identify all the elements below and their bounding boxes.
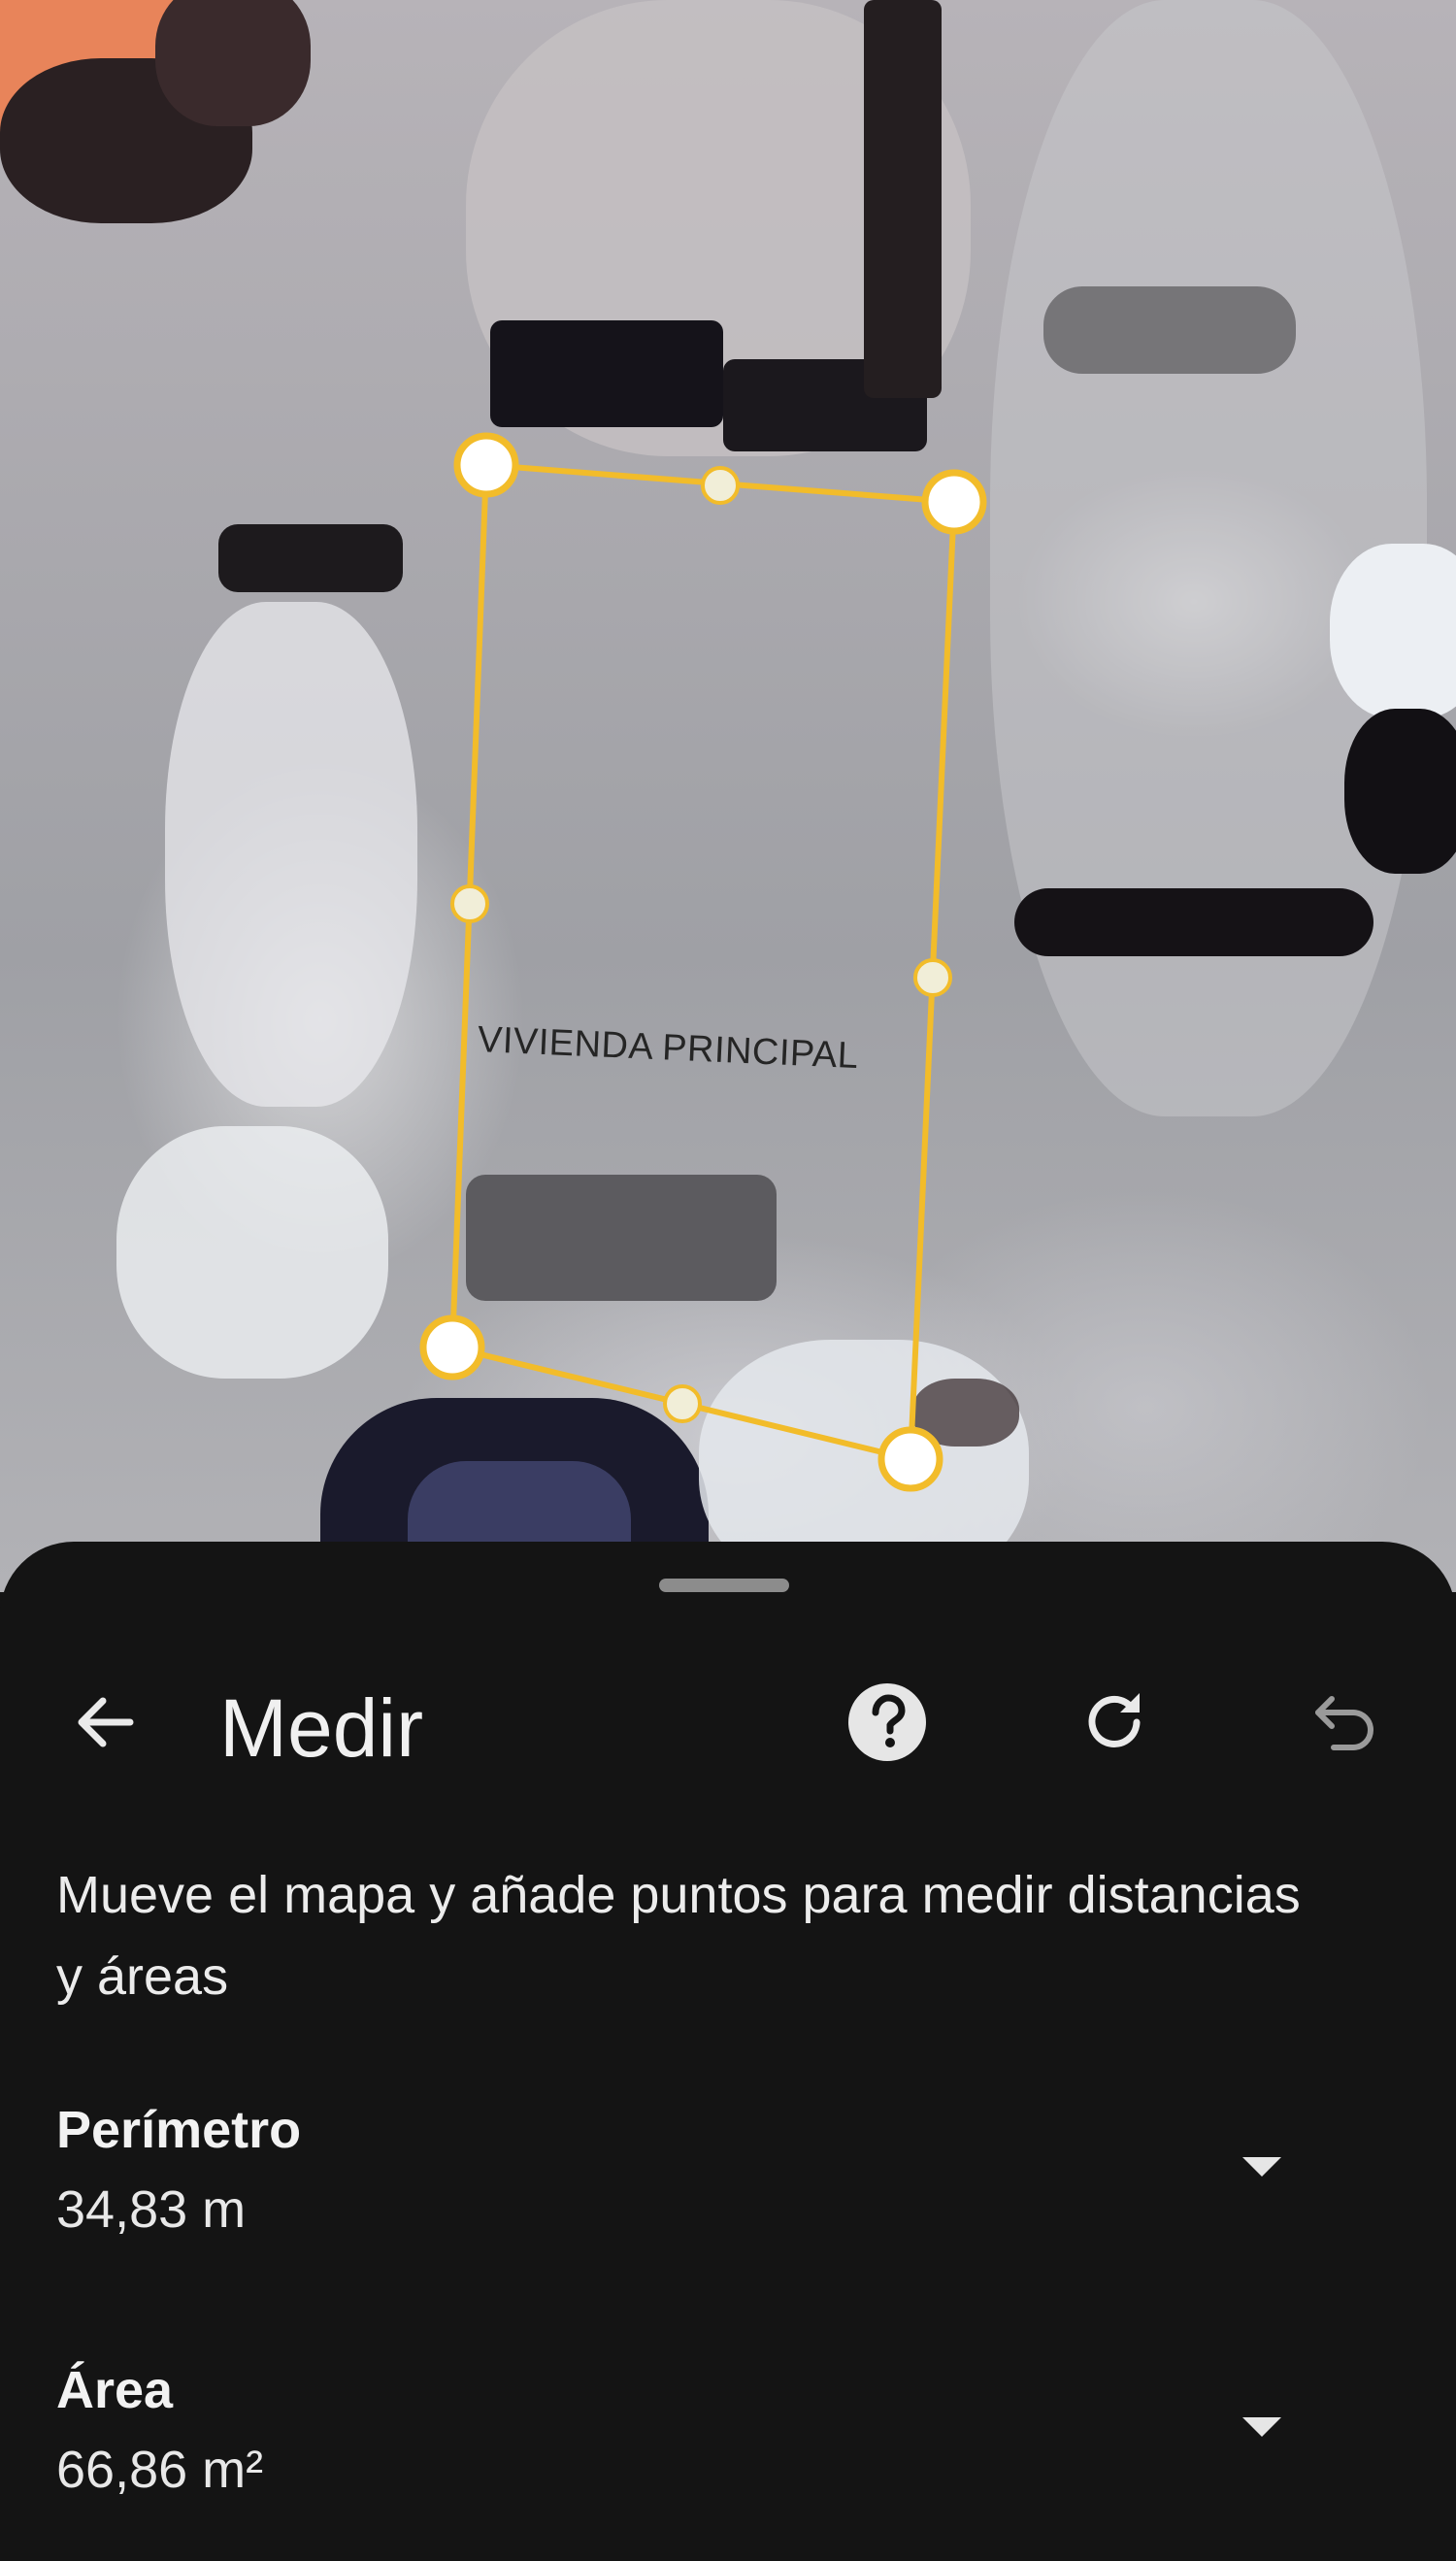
satellite-map[interactable]: VIVIENDA PRINCIPAL (0, 0, 1456, 1592)
vertex-handle[interactable] (877, 1426, 943, 1492)
perimeter-value: 34,83 m (56, 2180, 247, 2239)
back-button[interactable] (58, 1676, 151, 1769)
edge-midpoint-handle[interactable] (450, 884, 489, 923)
vertex-handle[interactable] (921, 469, 987, 535)
edge-midpoint-handle[interactable] (663, 1384, 702, 1423)
undo-icon (1315, 1696, 1373, 1750)
area-label: Área (56, 2361, 174, 2419)
triangle-down-icon (1242, 2417, 1281, 2437)
area-value: 66,86 m² (56, 2441, 264, 2499)
help-circle-icon (848, 1683, 926, 1761)
measurement-polygon (449, 462, 957, 1462)
perimeter-label: Perímetro (56, 2101, 302, 2159)
page-title: Medir (219, 1682, 424, 1774)
instructions-text: Mueve el mapa y añade puntos para medir … (56, 1866, 1301, 2006)
undo-button[interactable] (1297, 1676, 1390, 1769)
measurement-overlay (419, 432, 987, 1492)
arrow-left-icon (78, 1697, 134, 1747)
edge-midpoint-handle[interactable] (701, 466, 740, 505)
help-button[interactable] (841, 1676, 934, 1769)
perimeter-row[interactable]: Perímetro 34,83 m (0, 2095, 1456, 2289)
refresh-button[interactable] (1068, 1676, 1161, 1769)
area-row[interactable]: Área 66,86 m² (0, 2355, 1456, 2549)
edge-midpoint-handle[interactable] (913, 958, 952, 997)
vertex-handle[interactable] (419, 1314, 485, 1380)
measure-bottom-sheet: Medir Mueve el mapa y añade puntos para … (0, 1542, 1456, 2561)
drag-handle[interactable] (659, 1579, 789, 1592)
triangle-down-icon (1242, 2157, 1281, 2177)
toolbar: Medir (0, 1658, 1456, 1784)
refresh-icon (1088, 1693, 1141, 1747)
vertex-handle[interactable] (453, 432, 519, 498)
area-expand-button[interactable] (1227, 2392, 1297, 2462)
perimeter-expand-button[interactable] (1227, 2132, 1297, 2202)
